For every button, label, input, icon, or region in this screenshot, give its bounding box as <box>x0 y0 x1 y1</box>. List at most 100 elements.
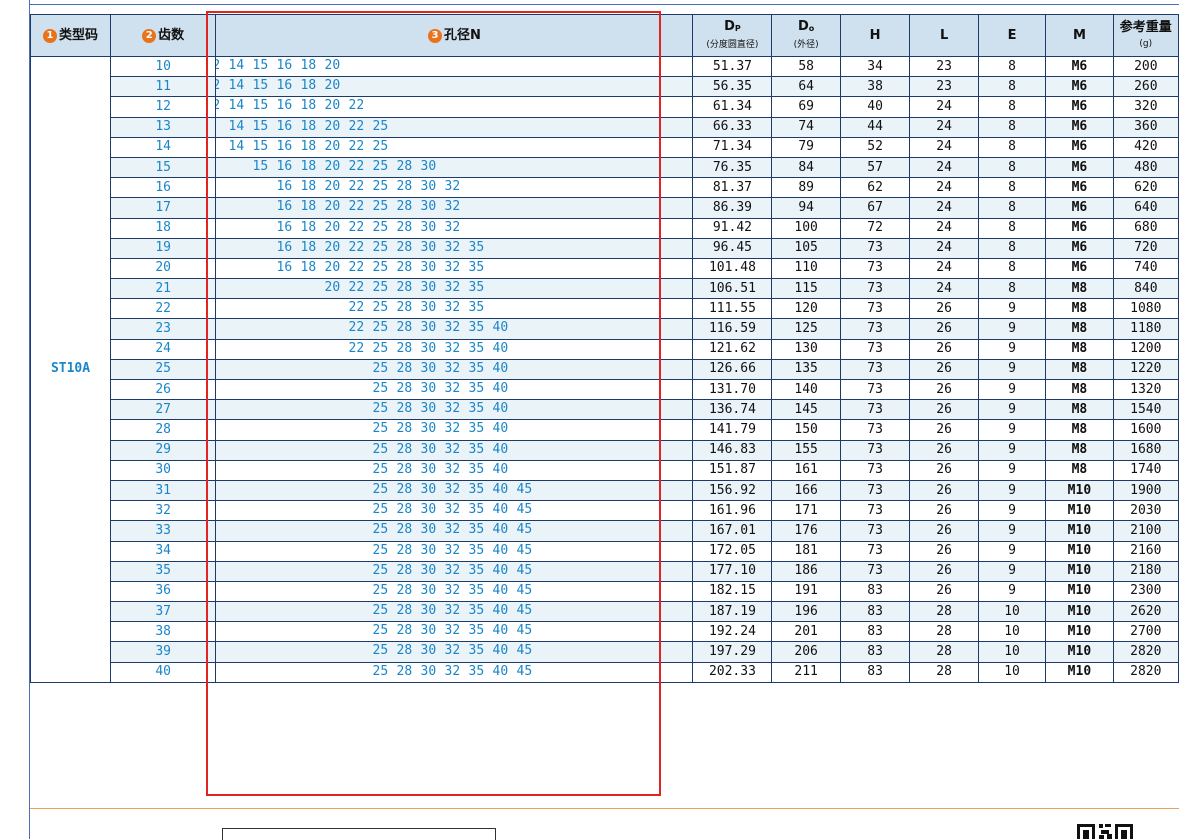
weight-cell: 200 <box>1112 55 1179 78</box>
bore-value: 30 <box>420 542 437 558</box>
l-cell: 24 <box>909 257 979 280</box>
h-cell: 83 <box>839 661 911 683</box>
pitch-diameter-cell: 192.24 <box>692 621 773 643</box>
bore-value: 30 <box>420 179 437 195</box>
teeth-cell: 27 <box>110 399 217 421</box>
e-cell: 9 <box>977 419 1047 441</box>
outer-diameter-cell: 191 <box>771 580 841 603</box>
weight-cell: 480 <box>1112 156 1179 179</box>
bore-value: 30 <box>420 421 437 437</box>
table-row: 18 16 18 20 22 25 28 30 32 91.42 100 72 24 8 M6 680 <box>31 217 1179 239</box>
bore-value: 40 <box>492 582 509 598</box>
bore-value: 45 <box>516 542 533 558</box>
bore-value: 28 <box>396 300 413 316</box>
pitch-diameter-cell: 136.74 <box>692 399 773 421</box>
e-cell: 8 <box>977 217 1047 239</box>
bore-value: 32 <box>444 259 461 275</box>
bore-value: 18 <box>300 158 317 174</box>
outer-diameter-cell: 110 <box>771 257 841 280</box>
pitch-diameter-cell: 71.34 <box>692 136 773 158</box>
outer-diameter-cell: 181 <box>771 540 841 562</box>
m-cell: M10 <box>1045 661 1114 683</box>
pitch-diameter-cell: 161.96 <box>692 500 773 522</box>
bore-value: 45 <box>516 603 533 619</box>
header-pitch-diameter: DP (分度圆直径) <box>692 14 773 57</box>
bore-value: 35 <box>468 522 485 538</box>
m-cell: M6 <box>1045 156 1114 179</box>
page-top-rule <box>29 4 1179 5</box>
header-l: L <box>909 14 979 57</box>
bore-value: 30 <box>420 603 437 619</box>
table-row: 37 25 28 30 32 35 40 45 187.19 196 83 28 10 M10 2620 <box>31 601 1179 623</box>
bore-value: 40 <box>492 542 509 558</box>
pitch-diameter-cell: 76.35 <box>692 156 773 179</box>
bore-value: 40 <box>492 623 509 639</box>
outer-diameter-cell: 140 <box>771 378 841 401</box>
h-cell: 72 <box>839 217 911 239</box>
pitch-diameter-cell: 61.34 <box>692 96 773 118</box>
bore-value: 25 <box>372 381 389 396</box>
pitch-diameter-cell: 106.51 <box>692 278 773 300</box>
outer-diameter-cell: 130 <box>771 338 841 360</box>
bore-value: 25 <box>372 259 389 275</box>
bore-value: 28 <box>396 663 413 679</box>
bore-cell: 14 15 16 18 20 22 25 <box>215 136 694 158</box>
h-cell: 73 <box>839 298 911 320</box>
e-cell: 9 <box>977 580 1047 603</box>
table-row: 23 22 25 28 30 32 35 40 116.59 125 73 26 9 M8 1180 <box>31 318 1179 340</box>
outer-diameter-cell: 64 <box>771 76 841 98</box>
bore-value: 40 <box>492 381 509 396</box>
e-cell: 8 <box>977 136 1047 158</box>
table-row: 34 25 28 30 32 35 40 45 172.05 181 73 26 9 M10 2160 <box>31 540 1179 562</box>
outer-diameter-cell: 120 <box>771 298 841 320</box>
bore-value: 22 <box>348 118 365 134</box>
bore-value: 30 <box>420 441 437 457</box>
bore-value: 32 <box>444 663 461 679</box>
e-cell: 9 <box>977 399 1047 421</box>
bore-cell: 22 25 28 30 32 35 40 <box>215 318 694 340</box>
l-cell: 24 <box>909 136 979 158</box>
teeth-cell: 18 <box>110 217 217 239</box>
e-cell: 8 <box>977 96 1047 118</box>
bore-value: 28 <box>396 320 413 336</box>
outer-diameter-cell: 89 <box>771 177 841 199</box>
bore-value: 30 <box>420 158 437 174</box>
teeth-cell: 15 <box>110 156 217 179</box>
bore-cell: 25 28 30 32 35 40 45 <box>215 520 694 542</box>
bore-value: 35 <box>468 603 485 619</box>
m-cell: M10 <box>1045 621 1114 643</box>
bore-value: 25 <box>372 562 389 578</box>
h-cell: 83 <box>839 641 911 663</box>
bore-value: 14 <box>228 118 245 134</box>
bore-value: 25 <box>372 542 389 558</box>
m-cell: M6 <box>1045 76 1114 98</box>
bore-value: 45 <box>516 623 533 639</box>
h-cell: 83 <box>839 580 911 603</box>
bore-value: 40 <box>492 663 509 679</box>
bore-value: 16 <box>276 158 293 174</box>
teeth-cell: 12 <box>110 96 217 118</box>
bore-value: 25 <box>372 118 389 134</box>
table-row: 35 25 28 30 32 35 40 45 177.10 186 73 26 9 M10 2180 <box>31 560 1179 582</box>
bore-value: 32 <box>444 522 461 538</box>
header-bore: 3 孔径N <box>215 14 694 57</box>
weight-cell: 320 <box>1112 96 1179 118</box>
table-row: 39 25 28 30 32 35 40 45 197.29 206 83 28 10 M10 2820 <box>31 641 1179 663</box>
pitch-diameter-cell: 172.05 <box>692 540 773 562</box>
header-type-code-label: 类型码 <box>59 28 99 43</box>
teeth-cell: 32 <box>110 500 217 522</box>
teeth-cell: 22 <box>110 298 217 320</box>
bore-value: 16 <box>276 219 293 235</box>
weight-cell: 1220 <box>1112 358 1179 381</box>
bore-value: 30 <box>420 300 437 316</box>
e-cell: 8 <box>977 278 1047 300</box>
bore-cell: 25 28 30 32 35 40 45 <box>215 540 694 562</box>
bore-value: 25 <box>372 522 389 538</box>
m-cell: M10 <box>1045 641 1114 663</box>
bore-value: 32 <box>444 623 461 639</box>
e-cell: 9 <box>977 378 1047 401</box>
m-cell: M6 <box>1045 257 1114 280</box>
bore-cell: 25 28 30 32 35 40 45 <box>215 560 694 582</box>
bore-value: 22 <box>348 138 365 154</box>
table-row: 26 25 28 30 32 35 40 131.70 140 73 26 9 M8 1320 <box>31 378 1179 401</box>
